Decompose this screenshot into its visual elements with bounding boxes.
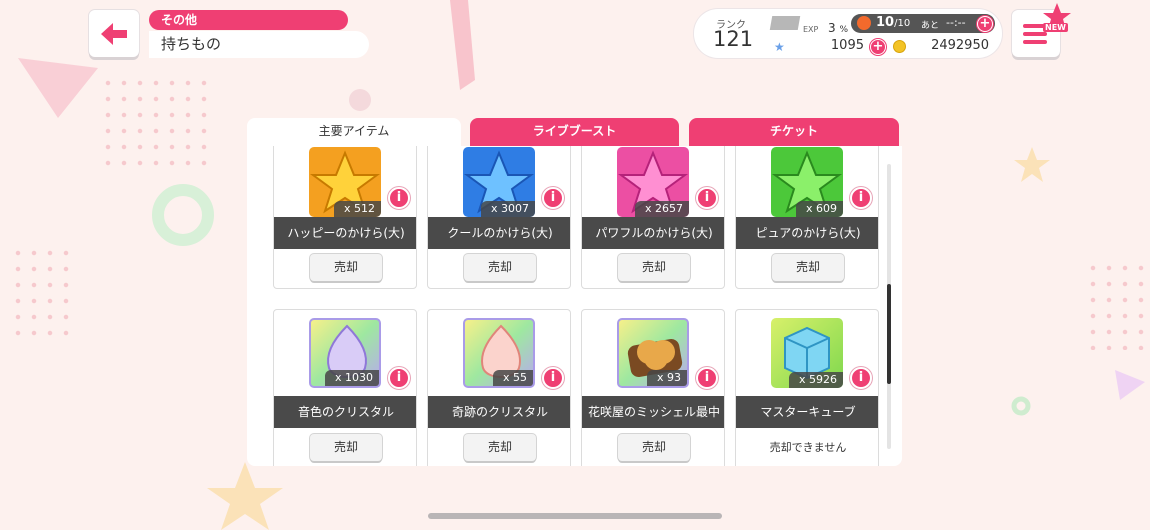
player-status: ランク 121 EXP 3 % 10/10 あと --:-- + ★ 1095 … — [694, 9, 1002, 58]
breadcrumb: その他 持ちもの — [149, 10, 369, 58]
cannot-sell-label: 売却できません — [769, 441, 847, 454]
exp-value: 3 % — [828, 21, 848, 35]
new-badge: NEW — [1043, 23, 1068, 32]
back-button[interactable] — [89, 10, 139, 57]
item-quantity: x 3007 — [480, 201, 535, 217]
info-button[interactable]: i — [696, 187, 718, 209]
item-card: x 3007 i クールのかけら(大) 売却 — [427, 146, 571, 289]
item-name: クールのかけら(大) — [428, 217, 570, 249]
bg-dots — [10, 245, 70, 345]
stamina-plus-button[interactable]: + — [977, 16, 993, 32]
menu-button[interactable]: NEW — [1012, 3, 1071, 57]
info-button[interactable]: i — [388, 367, 410, 389]
flame-icon — [857, 16, 871, 30]
bg-triangle — [1115, 370, 1145, 400]
arrow-left-icon — [101, 22, 127, 45]
item-icon-box: x 55 — [463, 318, 535, 388]
item-quantity: x 2657 — [634, 201, 689, 217]
sell-button[interactable]: 売却 — [310, 254, 382, 281]
tab-live-boost[interactable]: ライブブースト — [470, 118, 679, 146]
exp-number: 3 — [828, 21, 836, 35]
info-button[interactable]: i — [696, 367, 718, 389]
item-card: x 609 i ピュアのかけら(大) 売却 — [735, 146, 879, 289]
stamina-max: /10 — [894, 18, 911, 29]
stamina-bar: 10/10 あと --:-- + — [851, 14, 995, 33]
exp-label: EXP — [803, 25, 819, 34]
scrollbar-thumb[interactable] — [887, 284, 891, 384]
item-quantity: x 55 — [492, 370, 533, 386]
item-name: 奇跡のクリスタル — [428, 396, 570, 428]
item-icon-box: x 512 — [309, 147, 381, 217]
star-count: 1095 — [830, 38, 864, 53]
coin-icon — [893, 40, 906, 53]
home-indicator[interactable] — [428, 513, 722, 519]
sell-button[interactable]: 売却 — [310, 434, 382, 461]
tab-ticket[interactable]: チケット — [689, 118, 899, 146]
bg-ring — [1011, 396, 1031, 416]
item-card: x 1030 i 音色のクリスタル 売却 — [273, 309, 417, 466]
bg-circle — [349, 89, 371, 111]
info-button[interactable]: i — [542, 187, 564, 209]
page-title: 持ちもの — [149, 31, 369, 58]
item-name: 花咲屋のミッシェル最中 — [582, 396, 724, 428]
coin-count: 2492950 — [931, 38, 989, 53]
bg-dots — [100, 75, 210, 175]
item-icon-box: x 2657 — [617, 147, 689, 217]
item-quantity: x 609 — [795, 201, 843, 217]
item-icon-box: x 5926 — [771, 318, 843, 388]
stamina-value: 10/10 — [876, 15, 910, 30]
info-button[interactable]: i — [388, 187, 410, 209]
tab-main-items[interactable]: 主要アイテム — [247, 118, 461, 148]
sell-button[interactable]: 売却 — [618, 254, 690, 281]
stamina-ato-label: あと — [921, 21, 940, 31]
info-button[interactable]: i — [542, 367, 564, 389]
breadcrumb-category: その他 — [149, 10, 348, 30]
item-icon-box: x 3007 — [463, 147, 535, 217]
sell-button[interactable]: 売却 — [618, 434, 690, 461]
info-button[interactable]: i — [850, 367, 872, 389]
item-icon-box: x 93 — [617, 318, 689, 388]
exp-unit: % — [839, 25, 849, 35]
bg-dots — [1085, 260, 1145, 350]
item-quantity: x 512 — [333, 201, 381, 217]
info-button[interactable]: i — [850, 187, 872, 209]
bg-ring — [152, 184, 214, 246]
item-name: ハッピーのかけら(大) — [274, 217, 416, 249]
sell-button[interactable]: 売却 — [464, 254, 536, 281]
sell-button[interactable]: 売却 — [464, 434, 536, 461]
sell-button[interactable]: 売却 — [772, 254, 844, 281]
item-icon-box: x 609 — [771, 147, 843, 217]
stamina-current: 10 — [876, 15, 895, 30]
item-quantity: x 93 — [646, 370, 687, 386]
item-card: x 55 i 奇跡のクリスタル 売却 — [427, 309, 571, 466]
item-quantity: x 5926 — [788, 372, 843, 388]
item-name: 音色のクリスタル — [274, 396, 416, 428]
item-name: パワフルのかけら(大) — [582, 217, 724, 249]
item-list[interactable]: x 512 i ハッピーのかけら(大) 売却 x 3007 i クールのかけら(… — [247, 146, 902, 466]
item-card: x 93 i 花咲屋のミッシェル最中 売却 — [581, 309, 725, 466]
bg-stroke — [450, 0, 475, 90]
item-quantity: x 1030 — [324, 370, 379, 386]
item-card: x 5926 i マスターキューブ 売却できません — [735, 309, 879, 466]
item-name: ピュアのかけら(大) — [736, 217, 878, 249]
stamina-timer: --:-- — [946, 16, 966, 29]
item-card: x 512 i ハッピーのかけら(大) 売却 — [273, 146, 417, 289]
item-icon-box: x 1030 — [309, 318, 381, 388]
bg-triangle — [18, 58, 98, 118]
exp-bar — [769, 16, 801, 30]
bg-star — [207, 462, 283, 530]
items-panel: 主要アイテム ライブブースト チケット x 512 i ハッピーのかけら(大) … — [247, 118, 902, 466]
item-name: マスターキューブ — [736, 396, 878, 428]
star-plus-button[interactable]: + — [870, 39, 886, 55]
item-card: x 2657 i パワフルのかけら(大) 売却 — [581, 146, 725, 289]
bg-star — [1014, 147, 1050, 182]
